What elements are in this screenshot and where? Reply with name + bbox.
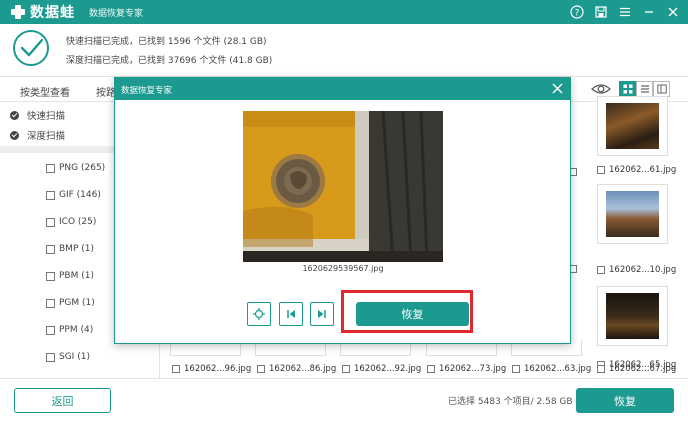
checkbox[interactable] (172, 365, 180, 373)
checked-dot-icon (10, 110, 19, 120)
back-button[interactable]: 返回 (14, 388, 111, 413)
checkbox[interactable] (46, 190, 55, 200)
preview-eye-icon[interactable] (591, 81, 611, 97)
thumbnail-label[interactable]: 162062...86.jpg (257, 364, 336, 374)
detail-view-icon[interactable] (653, 81, 670, 97)
save-icon[interactable] (592, 3, 610, 21)
tab-by-type[interactable]: 按类型查看 (16, 84, 74, 107)
thumbnail-label[interactable]: 162062...92.jpg (342, 364, 421, 374)
close-icon[interactable] (551, 82, 564, 95)
sidebar-item-label: 深度扫描 (27, 131, 66, 142)
scan-status-panel: 快速扫描已完成，已找到 1596 个文件 (28.1 GB) 深度扫描已完成，已… (0, 24, 688, 76)
file-type-label: BMP (1) (59, 244, 94, 254)
zoom-fit-icon[interactable] (247, 302, 271, 326)
thumbnail-label[interactable]: 162062...63.jpg (512, 364, 591, 374)
scan-complete-check-icon (13, 30, 49, 66)
thumbnail-label[interactable]: 162062...10.jpg (597, 265, 676, 275)
minimize-icon[interactable] (640, 3, 658, 21)
sidebar-item-label: 快速扫描 (27, 111, 66, 122)
file-type-item[interactable]: ICO (25) (46, 217, 96, 227)
tab-by-path[interactable]: 按路 (96, 84, 116, 99)
menu-icon[interactable] (616, 3, 634, 21)
file-name: 162062...86.jpg (269, 364, 337, 374)
thumbnail-label[interactable]: 162062...61.jpg (597, 165, 676, 175)
selection-info: 已选择 5483 个项目/ 2.58 GB (448, 397, 573, 407)
checkbox[interactable] (46, 298, 55, 308)
app-logo: 数据蛙 (10, 2, 75, 22)
bottom-bar: 返回 已选择 5483 个项目/ 2.58 GB 恢复 (0, 378, 688, 423)
thumbnail-label[interactable]: 162062...96.jpg (172, 364, 251, 374)
file-type-item[interactable]: PNG (265) (46, 163, 105, 173)
file-type-label: SGI (1) (59, 352, 90, 362)
file-type-item[interactable]: GIF (146) (46, 190, 101, 200)
deep-scan-status: 深度扫描已完成，已找到 37696 个文件 (41.8 GB) (66, 56, 273, 66)
file-name: 162062...63.jpg (524, 364, 592, 374)
file-type-item[interactable]: BMP (1) (46, 244, 94, 254)
app-subtitle: 数据恢复专家 (89, 8, 144, 19)
close-window-icon[interactable] (664, 3, 682, 21)
file-type-label: PGM (1) (59, 298, 95, 308)
recover-button[interactable]: 恢复 (576, 388, 674, 413)
checkbox[interactable] (46, 163, 55, 173)
file-type-label: PNG (265) (59, 163, 106, 173)
title-bar: 数据蛙 数据恢复专家 ? (0, 0, 688, 24)
help-icon[interactable]: ? (568, 3, 586, 21)
list-view-icon[interactable] (636, 81, 653, 97)
thumbnail-image (606, 191, 659, 237)
file-type-label: ICO (25) (59, 217, 97, 227)
thumbnail-image (606, 103, 659, 149)
checkbox[interactable] (46, 244, 55, 254)
file-name: 162062...67.jpg (609, 364, 677, 374)
file-type-item[interactable]: PBM (1) (46, 271, 94, 281)
file-type-label: PBM (1) (59, 271, 94, 281)
file-type-item[interactable]: SGI (1) (46, 352, 90, 362)
checkbox[interactable] (46, 271, 55, 281)
previous-icon[interactable] (279, 302, 303, 326)
checkbox[interactable] (46, 352, 55, 362)
checkbox[interactable] (512, 365, 520, 373)
preview-filename: 1620629539567.jpg (302, 264, 384, 273)
checkbox[interactable] (427, 365, 435, 373)
grid-view-icon[interactable] (619, 81, 636, 97)
highlight-box (341, 290, 473, 333)
logo-cross-icon (10, 4, 26, 20)
svg-text:?: ? (575, 9, 580, 19)
checked-dot-icon (10, 130, 19, 140)
image-preview (243, 111, 443, 262)
checkbox[interactable] (46, 325, 55, 335)
thumbnail-label[interactable]: 162062...73.jpg (427, 364, 506, 374)
sidebar-divider (0, 146, 115, 153)
dialog-title: 数据恢复专家 (121, 86, 173, 96)
file-name: 162062...96.jpg (184, 364, 252, 374)
next-icon[interactable] (310, 302, 334, 326)
sidebar-item-deep-scan[interactable]: 深度扫描 (10, 128, 65, 142)
checkbox[interactable] (597, 166, 605, 174)
file-type-label: GIF (146) (59, 190, 101, 200)
file-thumbnail[interactable] (597, 96, 668, 156)
file-type-item[interactable]: PPM (4) (46, 325, 93, 335)
thumbnail-image (606, 293, 659, 339)
file-name: 162062...10.jpg (609, 265, 677, 275)
file-type-item[interactable]: PGM (1) (46, 298, 95, 308)
file-name: 162062...61.jpg (609, 165, 677, 175)
thumbnail-label[interactable]: 162062...67.jpg (597, 364, 676, 374)
file-name: 162062...92.jpg (354, 364, 422, 374)
file-thumbnail[interactable] (597, 184, 668, 244)
file-name: 162062...73.jpg (439, 364, 507, 374)
checkbox[interactable] (257, 365, 265, 373)
logo-text: 数据蛙 (30, 5, 75, 21)
dialog-header: 数据恢复专家 (115, 78, 570, 100)
file-thumbnail[interactable] (597, 286, 668, 346)
checkbox[interactable] (597, 365, 605, 373)
preview-dialog: 数据恢复专家 1620629539567.jpg 恢复 (114, 77, 571, 344)
checkbox[interactable] (597, 266, 605, 274)
sidebar-item-quick-scan[interactable]: 快速扫描 (10, 108, 65, 122)
quick-scan-status: 快速扫描已完成，已找到 1596 个文件 (28.1 GB) (66, 37, 267, 47)
checkbox[interactable] (46, 217, 55, 227)
checkbox[interactable] (342, 365, 350, 373)
file-type-label: PPM (4) (59, 325, 94, 335)
